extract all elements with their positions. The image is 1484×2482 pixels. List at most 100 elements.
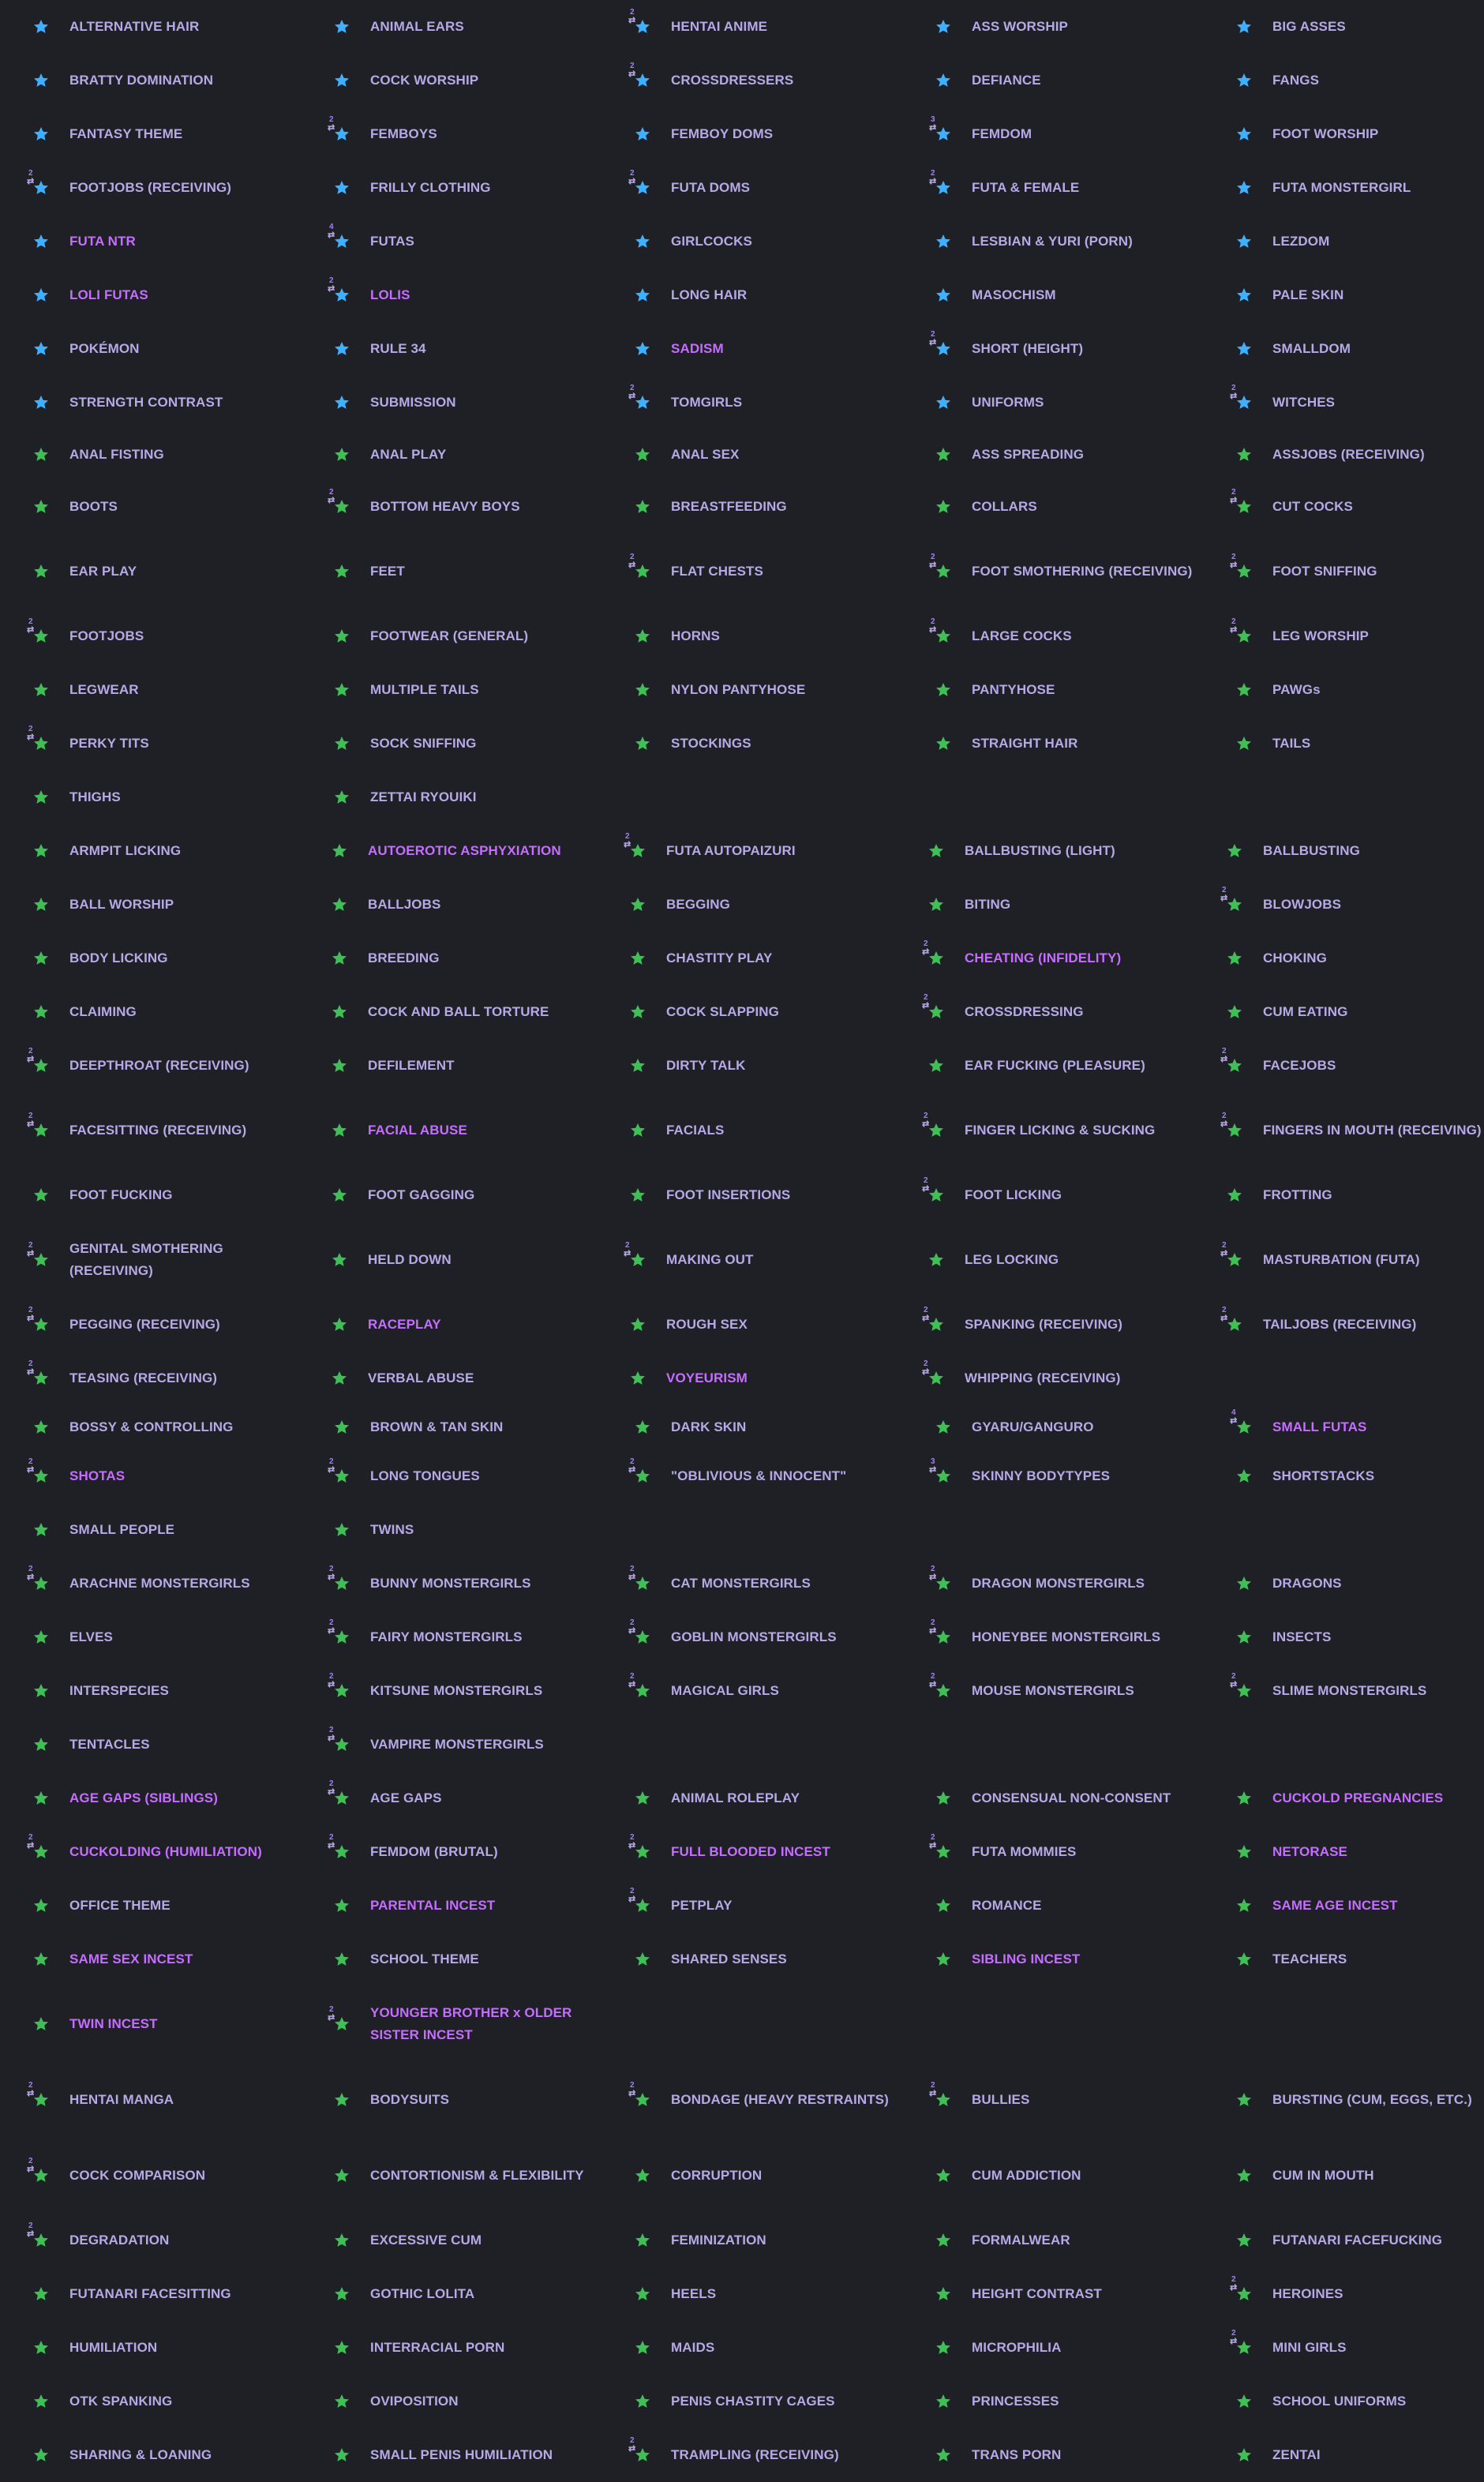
tag-item[interactable]: BREEDING xyxy=(298,932,598,985)
tag-item[interactable]: HORNS xyxy=(601,609,901,663)
tag-item[interactable]: DEFIANCE xyxy=(902,54,1202,107)
tag-item[interactable]: 2 ⇄ FOOT SNIFFING xyxy=(1203,534,1484,609)
tag-item[interactable]: 2 ⇄ MASTURBATION (FUTA) xyxy=(1194,1222,1484,1298)
tag-item[interactable]: 2 ⇄ SHOTAS xyxy=(0,1449,300,1503)
tag-item[interactable]: 2 ⇄ FAIRY MONSTERGIRLS xyxy=(301,1610,601,1664)
tag-item[interactable]: 2 ⇄ GOBLIN MONSTERGIRLS xyxy=(601,1610,901,1664)
tag-item[interactable]: 2 ⇄ KITSUNE MONSTERGIRLS xyxy=(301,1664,601,1718)
tag-item[interactable]: CHASTITY PLAY xyxy=(597,932,897,985)
tag-item[interactable]: INTERRACIAL PORN xyxy=(301,2321,601,2375)
tag-item[interactable]: FACIALS xyxy=(597,1093,897,1168)
tag-item[interactable]: NYLON PANTYHOSE xyxy=(601,663,901,717)
tag-item[interactable]: 2 ⇄ CAT MONSTERGIRLS xyxy=(601,1557,901,1610)
tag-item[interactable]: 2 ⇄ FOOT LICKING xyxy=(895,1168,1195,1222)
tag-item[interactable]: SHARING & LOANING xyxy=(0,2428,300,2482)
tag-item[interactable]: 2 ⇄ "OBLIVIOUS & INNOCENT" xyxy=(601,1449,901,1503)
tag-item[interactable]: 2 ⇄ FOOT SMOTHERING (RECEIVING) xyxy=(902,534,1202,609)
tag-item[interactable]: BALLBUSTING xyxy=(1194,824,1484,878)
tag-item[interactable]: 2 ⇄ PERKY TITS xyxy=(0,717,300,770)
tag-item[interactable]: 2 ⇄ VAMPIRE MONSTERGIRLS xyxy=(301,1718,601,1772)
tag-item[interactable]: FANTASY THEME xyxy=(0,107,300,161)
tag-item[interactable]: 2 ⇄ SLIME MONSTERGIRLS xyxy=(1203,1664,1484,1718)
tag-item[interactable]: ASSJOBS (RECEIVING) xyxy=(1203,429,1484,480)
tag-item[interactable]: ANIMAL ROLEPLAY xyxy=(601,1772,901,1825)
tag-item[interactable]: 2 ⇄ LOLIS xyxy=(301,268,601,322)
tag-item[interactable]: DIRTY TALK xyxy=(597,1039,897,1093)
tag-item[interactable]: LEG LOCKING xyxy=(895,1222,1195,1298)
tag-item[interactable]: POKÉMON xyxy=(0,322,300,376)
tag-item[interactable]: LEGWEAR xyxy=(0,663,300,717)
tag-item[interactable]: ZENTAI xyxy=(1203,2428,1484,2482)
tag-item[interactable]: 2 ⇄ FOOTJOBS xyxy=(0,609,300,663)
tag-item[interactable]: DEFILEMENT xyxy=(298,1039,598,1093)
tag-item[interactable]: FROTTING xyxy=(1194,1168,1484,1222)
tag-item[interactable]: SADISM xyxy=(601,322,901,376)
tag-item[interactable]: LOLI FUTAS xyxy=(0,268,300,322)
tag-item[interactable]: PARENTAL INCEST xyxy=(301,1879,601,1933)
tag-item[interactable]: 2 ⇄ LARGE COCKS xyxy=(902,609,1202,663)
tag-item[interactable]: 2 ⇄ COCK COMPARISON xyxy=(0,2138,300,2214)
tag-item[interactable]: STOCKINGS xyxy=(601,717,901,770)
tag-item[interactable]: ROUGH SEX xyxy=(597,1298,897,1352)
tag-item[interactable]: 2 ⇄ CROSSDRESSERS xyxy=(601,54,901,107)
tag-item[interactable]: FANGS xyxy=(1203,54,1484,107)
tag-item[interactable]: ANAL FISTING xyxy=(0,429,300,480)
tag-item[interactable]: 2 ⇄ MAGICAL GIRLS xyxy=(601,1664,901,1718)
tag-item[interactable]: PRINCESSES xyxy=(902,2375,1202,2428)
tag-item[interactable]: COLLARS xyxy=(902,480,1202,534)
tag-item[interactable]: 2 ⇄ SPANKING (RECEIVING) xyxy=(895,1298,1195,1352)
tag-item[interactable]: TRANS PORN xyxy=(902,2428,1202,2482)
tag-item[interactable]: BEGGING xyxy=(597,878,897,932)
tag-item[interactable]: UNIFORMS xyxy=(902,376,1202,429)
tag-item[interactable]: BRATTY DOMINATION xyxy=(0,54,300,107)
tag-item[interactable]: BOSSY & CONTROLLING xyxy=(0,1405,300,1449)
tag-item[interactable]: SUBMISSION xyxy=(301,376,601,429)
tag-item[interactable]: 2 ⇄ BONDAGE (HEAVY RESTRAINTS) xyxy=(601,2062,901,2138)
tag-item[interactable]: FEMINIZATION xyxy=(601,2214,901,2267)
tag-item[interactable]: BALLBUSTING (LIGHT) xyxy=(895,824,1195,878)
tag-item[interactable]: 2 ⇄ BOTTOM HEAVY BOYS xyxy=(301,480,601,534)
tag-item[interactable]: OTK SPANKING xyxy=(0,2375,300,2428)
tag-item[interactable]: FACIAL ABUSE xyxy=(298,1093,598,1168)
tag-item[interactable]: 2 ⇄ TRAMPLING (RECEIVING) xyxy=(601,2428,901,2482)
tag-item[interactable]: SAME AGE INCEST xyxy=(1203,1879,1484,1933)
tag-item[interactable]: HELD DOWN xyxy=(298,1222,598,1298)
tag-item[interactable]: EXCESSIVE CUM xyxy=(301,2214,601,2267)
tag-item[interactable]: MASOCHISM xyxy=(902,268,1202,322)
tag-item[interactable]: ZETTAI RYOUIKI xyxy=(301,770,601,824)
tag-item[interactable]: BOOTS xyxy=(0,480,300,534)
tag-item[interactable]: CHOKING xyxy=(1194,932,1484,985)
tag-item[interactable]: 2 ⇄ LEG WORSHIP xyxy=(1203,609,1484,663)
tag-item[interactable]: TENTACLES xyxy=(0,1718,300,1772)
tag-item[interactable]: FOOT FUCKING xyxy=(0,1168,300,1222)
tag-item[interactable]: 2 ⇄ GENITAL SMOTHERING (RECEIVING) xyxy=(0,1222,300,1298)
tag-item[interactable]: HEELS xyxy=(601,2267,901,2321)
tag-item[interactable]: BODYSUITS xyxy=(301,2062,601,2138)
tag-item[interactable]: CORRUPTION xyxy=(601,2138,901,2214)
tag-item[interactable]: ANAL SEX xyxy=(601,429,901,480)
tag-item[interactable]: 2 ⇄ FINGER LICKING & SUCKING xyxy=(895,1093,1195,1168)
tag-item[interactable]: BALL WORSHIP xyxy=(0,878,300,932)
tag-item[interactable]: INTERSPECIES xyxy=(0,1664,300,1718)
tag-item[interactable]: MAIDS xyxy=(601,2321,901,2375)
tag-item[interactable]: MICROPHILIA xyxy=(902,2321,1202,2375)
tag-item[interactable]: BREASTFEEDING xyxy=(601,480,901,534)
tag-item[interactable]: LESBIAN & YURI (PORN) xyxy=(902,215,1202,268)
tag-item[interactable]: 2 ⇄ BUNNY MONSTERGIRLS xyxy=(301,1557,601,1610)
tag-item[interactable]: 2 ⇄ FUTA DOMS xyxy=(601,161,901,215)
tag-item[interactable]: 2 ⇄ MINI GIRLS xyxy=(1203,2321,1484,2375)
tag-item[interactable]: AGE GAPS (SIBLINGS) xyxy=(0,1772,300,1825)
tag-item[interactable]: SCHOOL UNIFORMS xyxy=(1203,2375,1484,2428)
tag-item[interactable]: 2 ⇄ AGE GAPS xyxy=(301,1772,601,1825)
tag-item[interactable]: 2 ⇄ HEROINES xyxy=(1203,2267,1484,2321)
tag-item[interactable]: NETORASE xyxy=(1203,1825,1484,1879)
tag-item[interactable]: 2 ⇄ FEMBOYS xyxy=(301,107,601,161)
tag-item[interactable]: SAME SEX INCEST xyxy=(0,1933,300,1986)
tag-item[interactable]: VERBAL ABUSE xyxy=(298,1352,598,1405)
tag-item[interactable]: 2 ⇄ LONG TONGUES xyxy=(301,1449,601,1503)
tag-item[interactable]: ASS SPREADING xyxy=(902,429,1202,480)
tag-item[interactable]: ANAL PLAY xyxy=(301,429,601,480)
tag-item[interactable]: STRENGTH CONTRAST xyxy=(0,376,300,429)
tag-item[interactable]: 2 ⇄ FUTA & FEMALE xyxy=(902,161,1202,215)
tag-item[interactable]: EAR PLAY xyxy=(0,534,300,609)
